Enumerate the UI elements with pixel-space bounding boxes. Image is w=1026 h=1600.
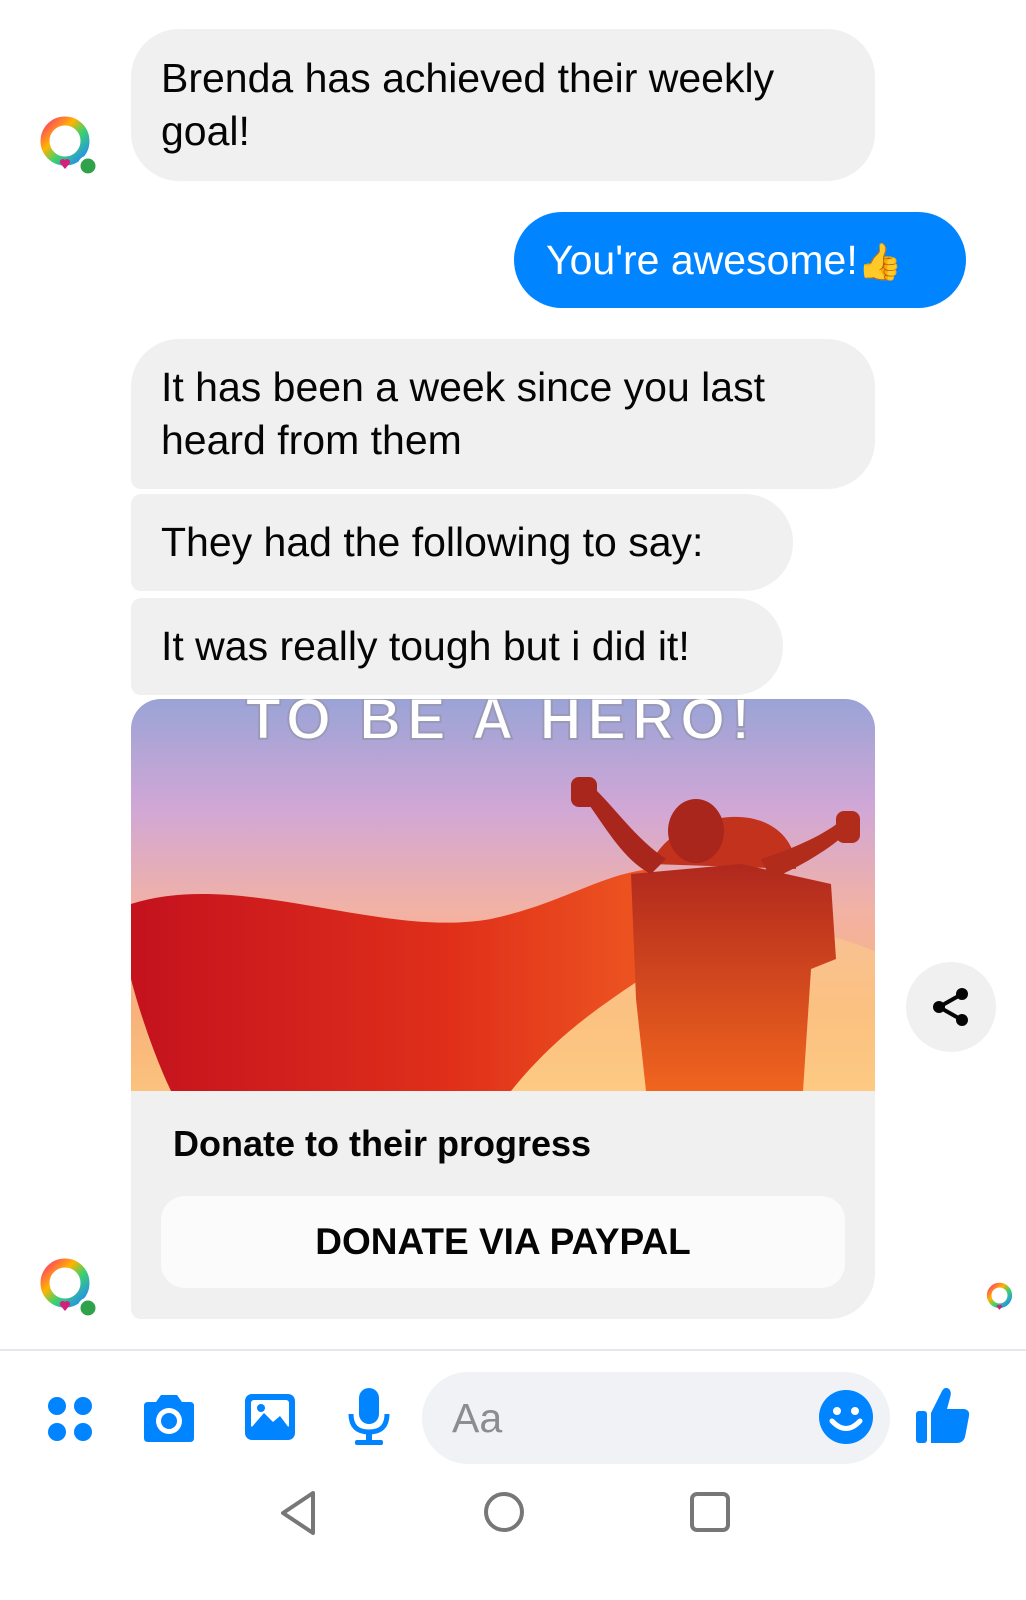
outgoing-message: You're awesome!👍	[514, 212, 966, 308]
donation-card: TO BE A HERO! Donate to their progress D…	[131, 699, 875, 1319]
share-button[interactable]	[906, 962, 996, 1052]
composer-divider	[0, 1349, 1026, 1351]
share-icon	[933, 988, 968, 1026]
bot-avatar-icon[interactable]	[38, 1255, 100, 1321]
message-text: They had the following to say:	[161, 519, 704, 565]
image-caption: TO BE A HERO!	[246, 699, 757, 752]
thumbs-up-icon[interactable]	[914, 1385, 972, 1445]
home-icon[interactable]	[482, 1490, 526, 1534]
message-input[interactable]	[452, 1372, 792, 1464]
incoming-message: It was really tough but i did it!	[131, 598, 783, 695]
emoji-icon[interactable]	[817, 1388, 875, 1446]
recents-icon[interactable]	[688, 1490, 732, 1534]
hero-image[interactable]: TO BE A HERO!	[131, 699, 875, 1091]
thumbs-up-emoji: 👍	[857, 241, 903, 282]
incoming-message: Brenda has achieved their weekly goal!	[131, 29, 875, 181]
incoming-message: It has been a week since you last heard …	[131, 339, 875, 489]
message-text: You're awesome!	[546, 237, 858, 283]
message-text: It has been a week since you last heard …	[161, 364, 765, 463]
message-text: Brenda has achieved their weekly goal!	[161, 55, 775, 154]
message-composer	[422, 1372, 890, 1464]
card-title: Donate to their progress	[173, 1123, 592, 1164]
incoming-message: They had the following to say:	[131, 494, 793, 591]
microphone-icon[interactable]	[346, 1386, 392, 1448]
message-text: It was really tough but i did it!	[161, 623, 690, 669]
apps-icon[interactable]	[46, 1395, 94, 1443]
camera-icon[interactable]	[140, 1392, 198, 1444]
read-receipt-avatar	[984, 1281, 1016, 1315]
back-icon[interactable]	[277, 1489, 319, 1537]
gallery-icon[interactable]	[242, 1391, 298, 1443]
bot-avatar-icon[interactable]	[38, 113, 100, 179]
donate-paypal-button[interactable]: DONATE VIA PAYPAL	[161, 1196, 845, 1288]
